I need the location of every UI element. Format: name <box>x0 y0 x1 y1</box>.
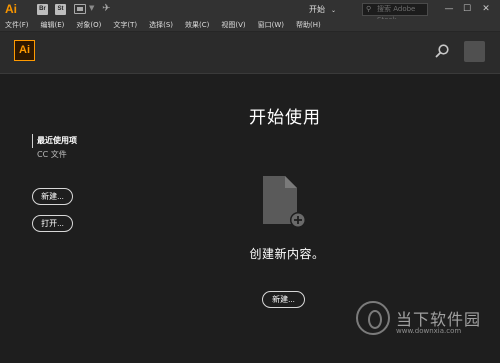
menu-effect[interactable]: 效果(C) <box>185 19 209 31</box>
workspace-label: 开始 <box>309 5 325 14</box>
sidebar-item-cc-files[interactable]: CC 文件 <box>32 148 77 162</box>
start-header: Ai <box>0 32 500 74</box>
menu-edit[interactable]: 编辑(E) <box>41 19 65 31</box>
page-title: 开始使用 <box>249 108 321 128</box>
stock-search-input[interactable]: ⚲ 搜索 Adobe Stock <box>362 3 428 24</box>
workspace-switcher[interactable]: 开始 ⌄ <box>309 3 349 17</box>
close-button[interactable]: ✕ <box>478 1 494 17</box>
search-icon[interactable] <box>434 43 450 59</box>
arrange-documents-icon[interactable] <box>74 4 86 14</box>
gpu-performance-icon[interactable]: ✈ <box>102 3 110 14</box>
create-new-button[interactable]: 新建... <box>262 291 305 308</box>
watermark-logo-icon <box>356 301 390 335</box>
empty-state-message: 创建新内容。 <box>249 247 325 261</box>
title-bar: Ai Br St ▼ ✈ 开始 ⌄ ⚲ 搜索 Adobe Stock — ☐ ✕ <box>0 0 500 24</box>
maximize-button[interactable]: ☐ <box>459 1 475 17</box>
menu-view[interactable]: 视图(V) <box>221 19 245 31</box>
menu-select[interactable]: 选择(S) <box>149 19 173 31</box>
new-document-icon <box>263 176 306 228</box>
sidebar-item-recent[interactable]: 最近使用项 <box>32 134 77 148</box>
bridge-icon[interactable]: Br <box>37 4 48 15</box>
stock-icon[interactable]: St <box>55 4 66 15</box>
site-watermark: 当下软件园 www.downxia.com <box>356 296 496 358</box>
open-document-button[interactable]: 打开... <box>32 215 73 232</box>
user-avatar[interactable] <box>464 41 485 62</box>
chevron-down-icon: ⌄ <box>331 7 337 14</box>
start-sidebar: 最近使用项 CC 文件 <box>32 134 77 162</box>
menu-window[interactable]: 窗口(W) <box>258 19 284 31</box>
menu-object[interactable]: 对象(O) <box>76 19 101 31</box>
illustrator-logo: Ai <box>14 40 35 61</box>
menu-file[interactable]: 文件(F) <box>5 19 29 31</box>
menu-bar: 文件(F) 编辑(E) 对象(O) 文字(T) 选择(S) 效果(C) 视图(V… <box>0 19 500 32</box>
search-icon: ⚲ <box>366 5 372 13</box>
minimize-button[interactable]: — <box>441 1 457 17</box>
menu-type[interactable]: 文字(T) <box>113 19 137 31</box>
new-document-button[interactable]: 新建... <box>32 188 73 205</box>
watermark-url: www.downxia.com <box>396 327 462 335</box>
chevron-down-icon[interactable]: ▼ <box>89 4 94 12</box>
menu-help[interactable]: 帮助(H) <box>296 19 321 31</box>
app-logo: Ai <box>5 2 17 16</box>
